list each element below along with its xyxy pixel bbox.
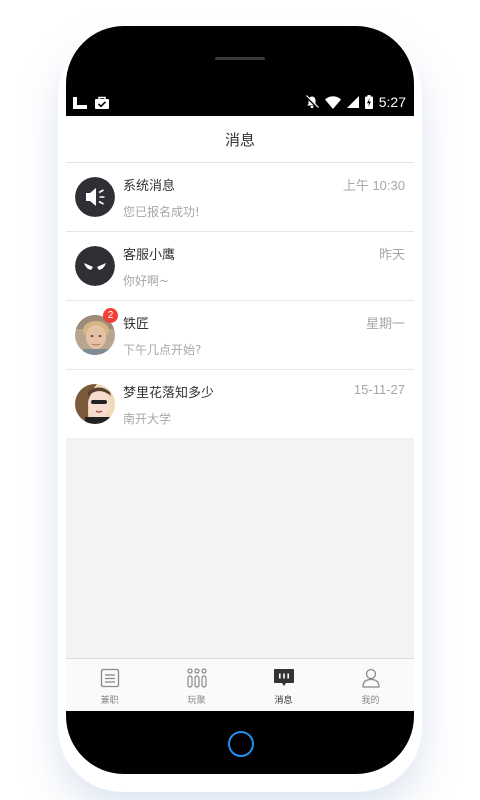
message-preview: 南开大学 (123, 412, 172, 426)
title-bar: 消息 (66, 116, 414, 163)
contact-name: 客服小鹰 (123, 248, 176, 263)
message-preview: 下午几点开始? (123, 343, 202, 357)
contact-name: 梦里花落知多少 (123, 386, 215, 401)
bottom-tab-bar: 兼职 玩聚 消息 我的 (66, 658, 414, 711)
message-preview: 你好啊~ (123, 274, 170, 288)
battery-charging-icon (364, 95, 373, 109)
contact-name: 系统消息 (123, 179, 176, 194)
message-item-system[interactable]: 系统消息 上午 10:30 您已报名成功! (66, 163, 414, 232)
message-icon (273, 669, 294, 686)
status-left (73, 96, 109, 109)
tab-messages[interactable]: 消息 (240, 659, 327, 711)
page-title: 消息 (224, 130, 255, 149)
phone-frame: 5:27 消息 系统消息 上午 10:30 您已报名成功! 客服小鹰 昨天 你好… (66, 26, 414, 774)
person-icon (361, 668, 380, 688)
tab-label: 玩聚 (187, 696, 206, 706)
signal-icon (346, 96, 359, 108)
avatar (75, 246, 115, 286)
tab-profile[interactable]: 我的 (327, 659, 414, 711)
status-clock: 5:27 (378, 94, 406, 110)
contact-name: 铁匠 (123, 317, 150, 332)
tab-label: 我的 (361, 696, 380, 706)
unread-badge: 2 (103, 308, 118, 323)
tab-jobs[interactable]: 兼职 (66, 659, 153, 711)
home-button[interactable] (228, 731, 254, 757)
message-time: 15-11-27 (353, 382, 405, 397)
avatar (75, 384, 115, 424)
tab-label: 消息 (274, 696, 293, 706)
message-time: 星期一 (365, 316, 405, 331)
shopping-bag-check-icon (95, 96, 109, 109)
launcher-icon (73, 96, 87, 109)
speaker-grille (215, 57, 265, 60)
screen: 5:27 消息 系统消息 上午 10:30 您已报名成功! 客服小鹰 昨天 你好… (66, 90, 414, 711)
eagle-face-icon (75, 246, 115, 286)
status-right: 5:27 (304, 94, 406, 110)
user-photo (75, 384, 115, 424)
avatar (75, 177, 115, 217)
message-item-support[interactable]: 客服小鹰 昨天 你好啊~ (66, 232, 414, 301)
wifi-icon (324, 95, 341, 109)
speaker-icon (75, 177, 115, 217)
message-item-dream[interactable]: 梦里花落知多少 15-11-27 南开大学 (66, 370, 414, 438)
list-icon (100, 668, 119, 688)
bell-muted-icon (304, 95, 319, 109)
tab-label: 兼职 (100, 696, 119, 706)
message-time: 上午 10:30 (342, 178, 405, 193)
message-preview: 您已报名成功! (123, 205, 200, 219)
status-bar: 5:27 (66, 90, 414, 116)
message-list: 系统消息 上午 10:30 您已报名成功! 客服小鹰 昨天 你好啊~ 2 铁匠 … (66, 163, 414, 438)
group-icon (186, 668, 207, 688)
message-time: 昨天 (378, 247, 405, 262)
tab-gatherings[interactable]: 玩聚 (153, 659, 240, 711)
message-item-blacksmith[interactable]: 2 铁匠 星期一 下午几点开始? (66, 301, 414, 370)
